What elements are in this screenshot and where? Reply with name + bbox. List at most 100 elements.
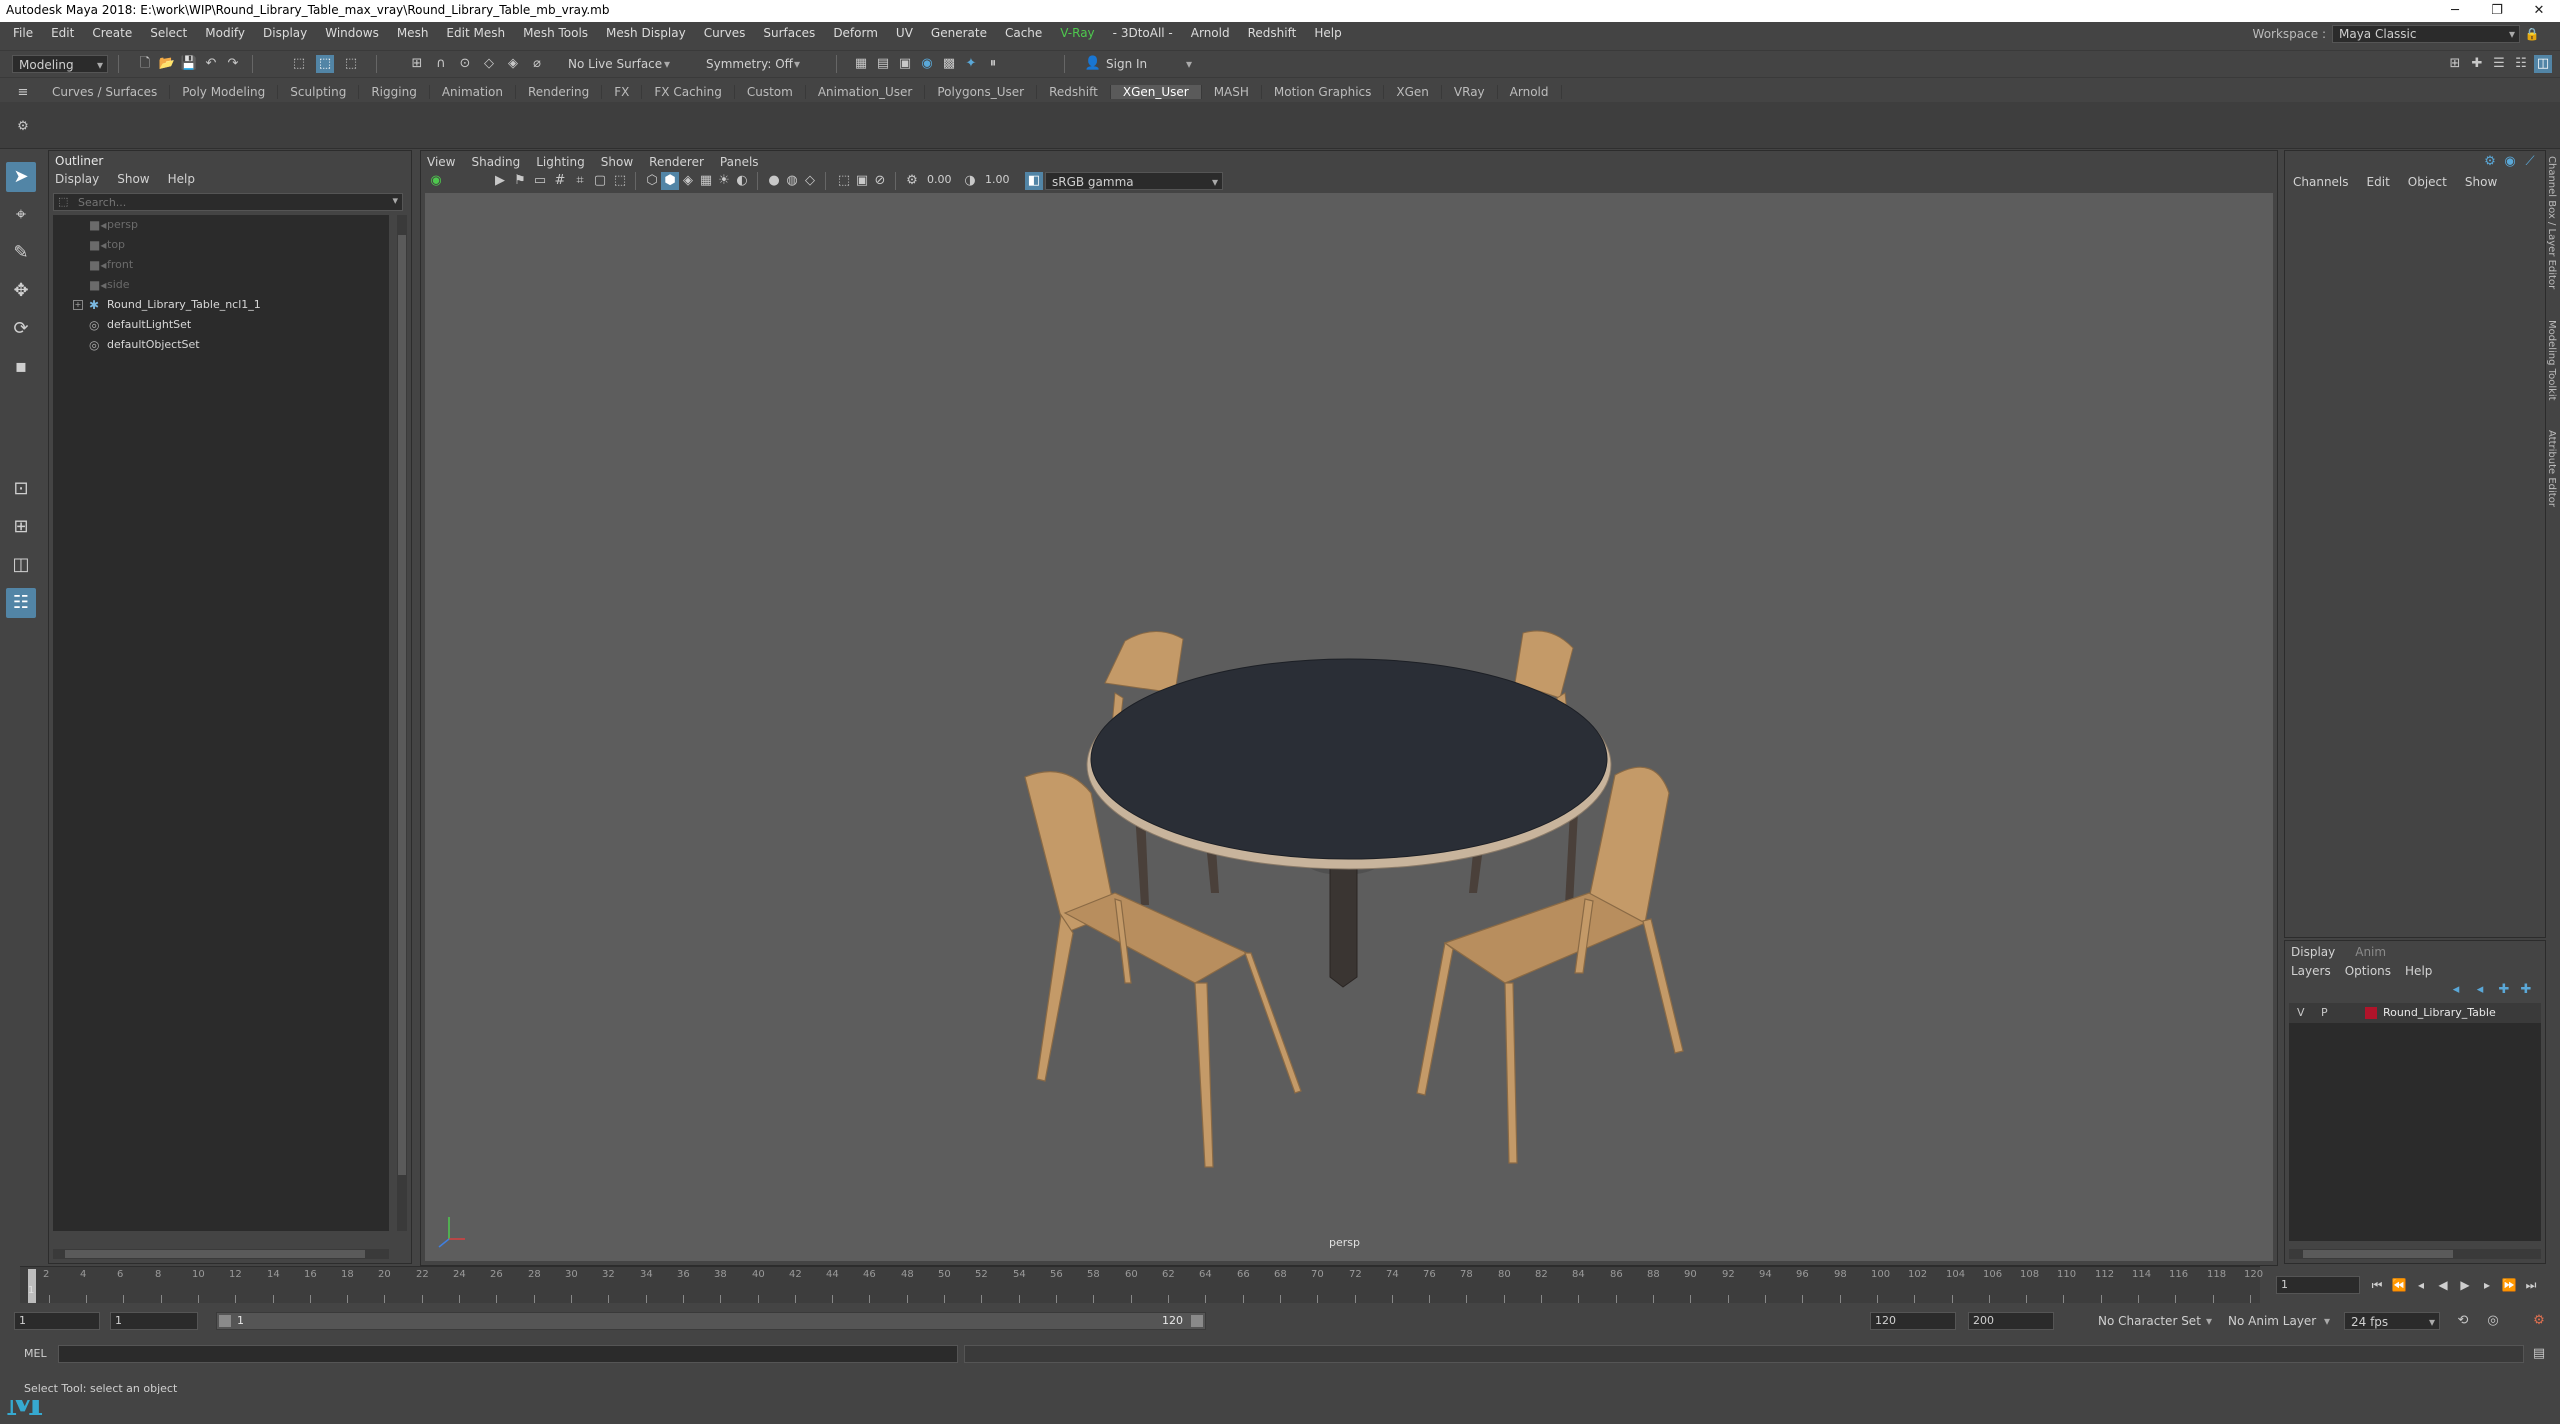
shelf-tab-animation[interactable]: Animation	[430, 85, 516, 99]
step-forward-frame-icon[interactable]: ▸	[2476, 1276, 2498, 1294]
menu-display[interactable]: Display	[254, 26, 316, 40]
channel-box-settings-icon[interactable]: ◉	[2501, 153, 2519, 171]
menu-deform[interactable]: Deform	[824, 26, 887, 40]
filter-icon[interactable]: ⬚	[58, 195, 68, 208]
sign-in-dropdown[interactable]: Sign In	[1100, 55, 1196, 73]
loop-icon[interactable]: ⟲	[2454, 1312, 2472, 1330]
render-sequence-icon[interactable]: ▤	[874, 55, 892, 73]
close-button[interactable]: ✕	[2518, 0, 2560, 22]
channel-menu-channels[interactable]: Channels	[2293, 175, 2349, 189]
single-view-layout-icon[interactable]: ⊡	[6, 474, 36, 504]
viewport-menu-show[interactable]: Show	[601, 155, 633, 169]
shelf-tab-polygons-user[interactable]: Polygons_User	[925, 85, 1038, 99]
range-end-handle[interactable]	[1191, 1315, 1203, 1327]
side-tab-attribute-editor[interactable]: Attribute Editor	[2546, 430, 2557, 507]
two-view-layout-icon[interactable]: ◫	[6, 550, 36, 580]
new-scene-icon[interactable]: 🗋	[136, 55, 154, 73]
grid-icon[interactable]: #	[551, 172, 569, 190]
layer-visibility-toggle[interactable]: V	[2297, 1003, 2305, 1023]
select-hierarchy-icon[interactable]: ⬚	[290, 55, 308, 73]
shelf-tab-fx[interactable]: FX	[602, 85, 643, 99]
side-tab-modeling-toolkit[interactable]: Modeling Toolkit	[2546, 320, 2557, 401]
snap-curve-icon[interactable]: ∩	[432, 55, 450, 73]
time-ruler[interactable]: 1 2 4 6 8 10 12 14 16 18 20 22 24 26 28 30 32 34 36 38 40 42…	[20, 1266, 2263, 1303]
select-component-icon[interactable]: ⬚	[342, 55, 360, 73]
smooth-shade-icon[interactable]: ⬢	[661, 172, 679, 190]
layer-color-swatch[interactable]	[2365, 1007, 2377, 1019]
go-to-end-icon[interactable]: ⏭	[2520, 1276, 2542, 1294]
shelf-tab-rendering[interactable]: Rendering	[516, 85, 603, 99]
vray-render-icon[interactable]: ⏸	[984, 55, 1002, 73]
ipr-render-icon[interactable]: ▣	[896, 55, 914, 73]
move-layer-up-icon[interactable]: ◂	[2447, 981, 2465, 999]
channel-box-mode-icon[interactable]: ⚙	[2481, 153, 2499, 171]
bookmark-icon[interactable]: ⚑	[511, 172, 529, 190]
step-back-key-icon[interactable]: ⏪	[2388, 1276, 2410, 1294]
viewport-menu-view[interactable]: View	[427, 155, 455, 169]
start-time-field[interactable]: 1	[14, 1312, 100, 1330]
layer-menu-options[interactable]: Options	[2345, 964, 2391, 978]
search-options-icon[interactable]: ▾	[392, 194, 398, 207]
camera-attributes-icon[interactable]: ▶	[491, 172, 509, 190]
menu-edit-mesh[interactable]: Edit Mesh	[437, 26, 514, 40]
color-space-dropdown[interactable]: sRGB gamma	[1045, 172, 1223, 191]
shelf-menu-icon[interactable]: ≡	[14, 84, 32, 102]
shelf-tab-redshift[interactable]: Redshift	[1037, 85, 1111, 99]
menu-curves[interactable]: Curves	[695, 26, 755, 40]
textured-icon[interactable]: ▦	[697, 172, 715, 190]
channel-box-icon[interactable]: ◫	[2534, 55, 2552, 73]
motion-blur-icon[interactable]: ◍	[783, 172, 801, 190]
layer-name[interactable]: Round_Library_Table	[2383, 1003, 2496, 1023]
move-tool-icon[interactable]: ✥	[6, 276, 36, 306]
shelf-tab-mash[interactable]: MASH	[1202, 85, 1262, 99]
outliner-item-top[interactable]: ■◂ top	[53, 235, 389, 255]
viewport-menu-lighting[interactable]: Lighting	[536, 155, 585, 169]
outliner-layout-icon[interactable]: ☷	[6, 588, 36, 618]
open-scene-icon[interactable]: 📂	[158, 55, 176, 73]
outliner-item-front[interactable]: ■◂ front	[53, 255, 389, 275]
gamma-field[interactable]: 1.00	[981, 172, 1015, 190]
layer-playback-toggle[interactable]: P	[2321, 1003, 2328, 1023]
rotate-tool-icon[interactable]: ⟳	[6, 314, 36, 344]
outliner-search-input[interactable]	[78, 194, 378, 210]
menu-edit[interactable]: Edit	[42, 26, 83, 40]
shelf-gear-icon[interactable]: ⚙	[14, 118, 32, 136]
layer-tab-display[interactable]: Display	[2291, 945, 2335, 959]
character-set-dropdown[interactable]: No Character Set	[2092, 1312, 2216, 1330]
play-forward-icon[interactable]: ▶	[2454, 1276, 2476, 1294]
outliner-item-side[interactable]: ■◂ side	[53, 275, 389, 295]
layer-menu-help[interactable]: Help	[2405, 964, 2432, 978]
workspace-dropdown[interactable]: Maya Classic	[2332, 25, 2520, 43]
layer-tab-anim[interactable]: Anim	[2355, 945, 2386, 959]
paint-select-tool-icon[interactable]: ✎	[6, 238, 36, 268]
channel-box-pin-icon[interactable]: ⟋	[2521, 153, 2539, 171]
expand-icon[interactable]: +	[73, 300, 83, 310]
restore-button[interactable]: ❐	[2476, 0, 2518, 22]
command-input[interactable]	[58, 1345, 958, 1363]
shelf-tab-vray[interactable]: VRay	[1442, 85, 1498, 99]
shelf-tab-fx-caching[interactable]: FX Caching	[642, 85, 735, 99]
xray-icon[interactable]: ▣	[853, 172, 871, 190]
wireframe-icon[interactable]: ⬡	[643, 172, 661, 190]
shelf-tab-sculpting[interactable]: Sculpting	[278, 85, 360, 99]
shelf-tab-poly-modeling[interactable]: Poly Modeling	[170, 85, 279, 99]
snap-point-icon[interactable]: ⊙	[456, 55, 474, 73]
viewport-menu-shading[interactable]: Shading	[471, 155, 520, 169]
outliner-item-default-light-set[interactable]: ◎ defaultLightSet	[53, 315, 389, 335]
live-surface-dropdown[interactable]: No Live Surface	[562, 55, 674, 73]
image-plane-icon[interactable]: ▭	[531, 172, 549, 190]
animation-prefs-icon[interactable]: ⚙	[2530, 1312, 2548, 1330]
wireframe-on-shaded-icon[interactable]: ◈	[679, 172, 697, 190]
shelf-tab-motion-graphics[interactable]: Motion Graphics	[1262, 85, 1385, 99]
render-settings-icon[interactable]: ◉	[918, 55, 936, 73]
shadows-icon[interactable]: ◐	[733, 172, 751, 190]
shelf-tab-curves-surfaces[interactable]: Curves / Surfaces	[40, 85, 171, 99]
channel-menu-edit[interactable]: Edit	[2367, 175, 2390, 189]
scale-tool-icon[interactable]: ▪	[6, 352, 36, 382]
anim-layer-dropdown[interactable]: No Anim Layer	[2222, 1312, 2334, 1330]
layer-horizontal-scrollbar[interactable]	[2289, 1249, 2541, 1259]
menu-help[interactable]: Help	[1305, 26, 1350, 40]
move-layer-down-icon[interactable]: ◂	[2471, 981, 2489, 999]
layer-menu-layers[interactable]: Layers	[2291, 964, 2331, 978]
new-layer-selected-icon[interactable]: ✚	[2517, 981, 2535, 999]
